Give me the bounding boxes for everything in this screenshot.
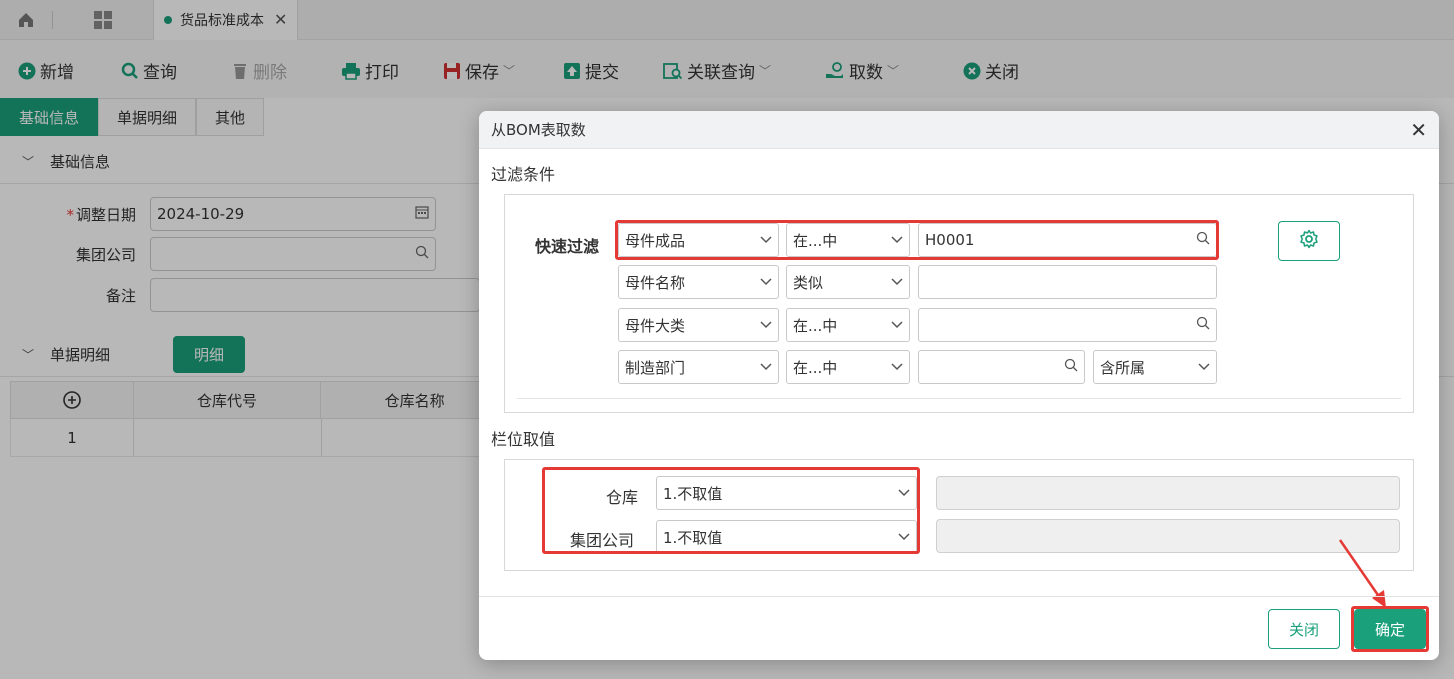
warehouse-label: 仓库 xyxy=(606,488,639,507)
chevron-down-icon xyxy=(1198,363,1210,371)
filter-op-select-1[interactable]: 在...中 xyxy=(786,223,910,257)
filter-field-value: 母件名称 xyxy=(625,273,686,292)
chevron-down-icon xyxy=(760,236,772,244)
filter-op-select-2[interactable]: 类似 xyxy=(786,265,910,299)
filter-field-value: 母件成品 xyxy=(625,231,686,250)
filter-op-value: 在...中 xyxy=(793,316,838,335)
search-icon[interactable] xyxy=(1064,358,1078,376)
quick-filter-label: 快速过滤 xyxy=(535,237,600,256)
confirm-button[interactable]: 确定 xyxy=(1354,609,1426,649)
include-sub-value: 含所属 xyxy=(1100,358,1146,377)
chevron-down-icon xyxy=(891,236,903,244)
bom-fetch-dialog: 从BOM表取数 ✕ 过滤条件 快速过滤 母件成品 在...中 H0001 母件名… xyxy=(479,111,1439,660)
filter-value-text: H0001 xyxy=(925,231,975,249)
column-section-title: 栏位取值 xyxy=(491,430,556,449)
chevron-down-icon xyxy=(891,363,903,371)
filter-value-input-2[interactable] xyxy=(918,265,1217,299)
annotation-arrow xyxy=(1338,539,1386,608)
filter-settings-button[interactable] xyxy=(1278,221,1340,261)
warehouse-value-select[interactable]: 1.不取值 xyxy=(656,476,917,510)
include-sub-select[interactable]: 含所属 xyxy=(1093,350,1217,384)
dialog-footer-divider xyxy=(479,596,1439,597)
chevron-down-icon xyxy=(898,533,910,541)
warehouse-extra-input xyxy=(936,476,1400,510)
filter-value-input-4[interactable] xyxy=(918,350,1085,384)
chevron-down-icon xyxy=(898,489,910,497)
search-icon[interactable] xyxy=(1196,316,1210,334)
dialog-close-button[interactable]: 关闭 xyxy=(1268,609,1340,649)
filter-field-select-2[interactable]: 母件名称 xyxy=(618,265,779,299)
filter-section-title: 过滤条件 xyxy=(491,165,556,184)
chevron-down-icon xyxy=(760,363,772,371)
dialog-title: 从BOM表取数 xyxy=(491,121,586,139)
group-company-value: 1.不取值 xyxy=(663,528,723,547)
filter-field-value: 母件大类 xyxy=(625,316,686,335)
filter-op-select-3[interactable]: 在...中 xyxy=(786,308,910,342)
chevron-down-icon xyxy=(760,278,772,286)
close-icon[interactable]: ✕ xyxy=(1410,118,1427,142)
dialog-title-bar: 从BOM表取数 ✕ xyxy=(479,111,1439,149)
filter-value-input-3[interactable] xyxy=(918,308,1217,342)
group-company-value-select[interactable]: 1.不取值 xyxy=(656,520,917,554)
filter-op-value: 在...中 xyxy=(793,231,838,250)
divider xyxy=(517,398,1401,399)
chevron-down-icon xyxy=(891,321,903,329)
filter-value-input-1[interactable]: H0001 xyxy=(918,223,1217,257)
filter-op-select-4[interactable]: 在...中 xyxy=(786,350,910,384)
search-icon[interactable] xyxy=(1196,231,1210,249)
filter-field-value: 制造部门 xyxy=(625,358,686,377)
chevron-down-icon xyxy=(891,278,903,286)
filter-op-value: 类似 xyxy=(793,273,824,292)
gear-icon xyxy=(1299,229,1319,253)
chevron-down-icon xyxy=(760,321,772,329)
warehouse-value: 1.不取值 xyxy=(663,484,723,503)
group-company-label: 集团公司 xyxy=(570,531,635,550)
filter-field-select-1[interactable]: 母件成品 xyxy=(618,223,779,257)
group-company-extra-input xyxy=(936,519,1400,553)
filter-field-select-3[interactable]: 母件大类 xyxy=(618,308,779,342)
filter-field-select-4[interactable]: 制造部门 xyxy=(618,350,779,384)
filter-op-value: 在...中 xyxy=(793,358,838,377)
